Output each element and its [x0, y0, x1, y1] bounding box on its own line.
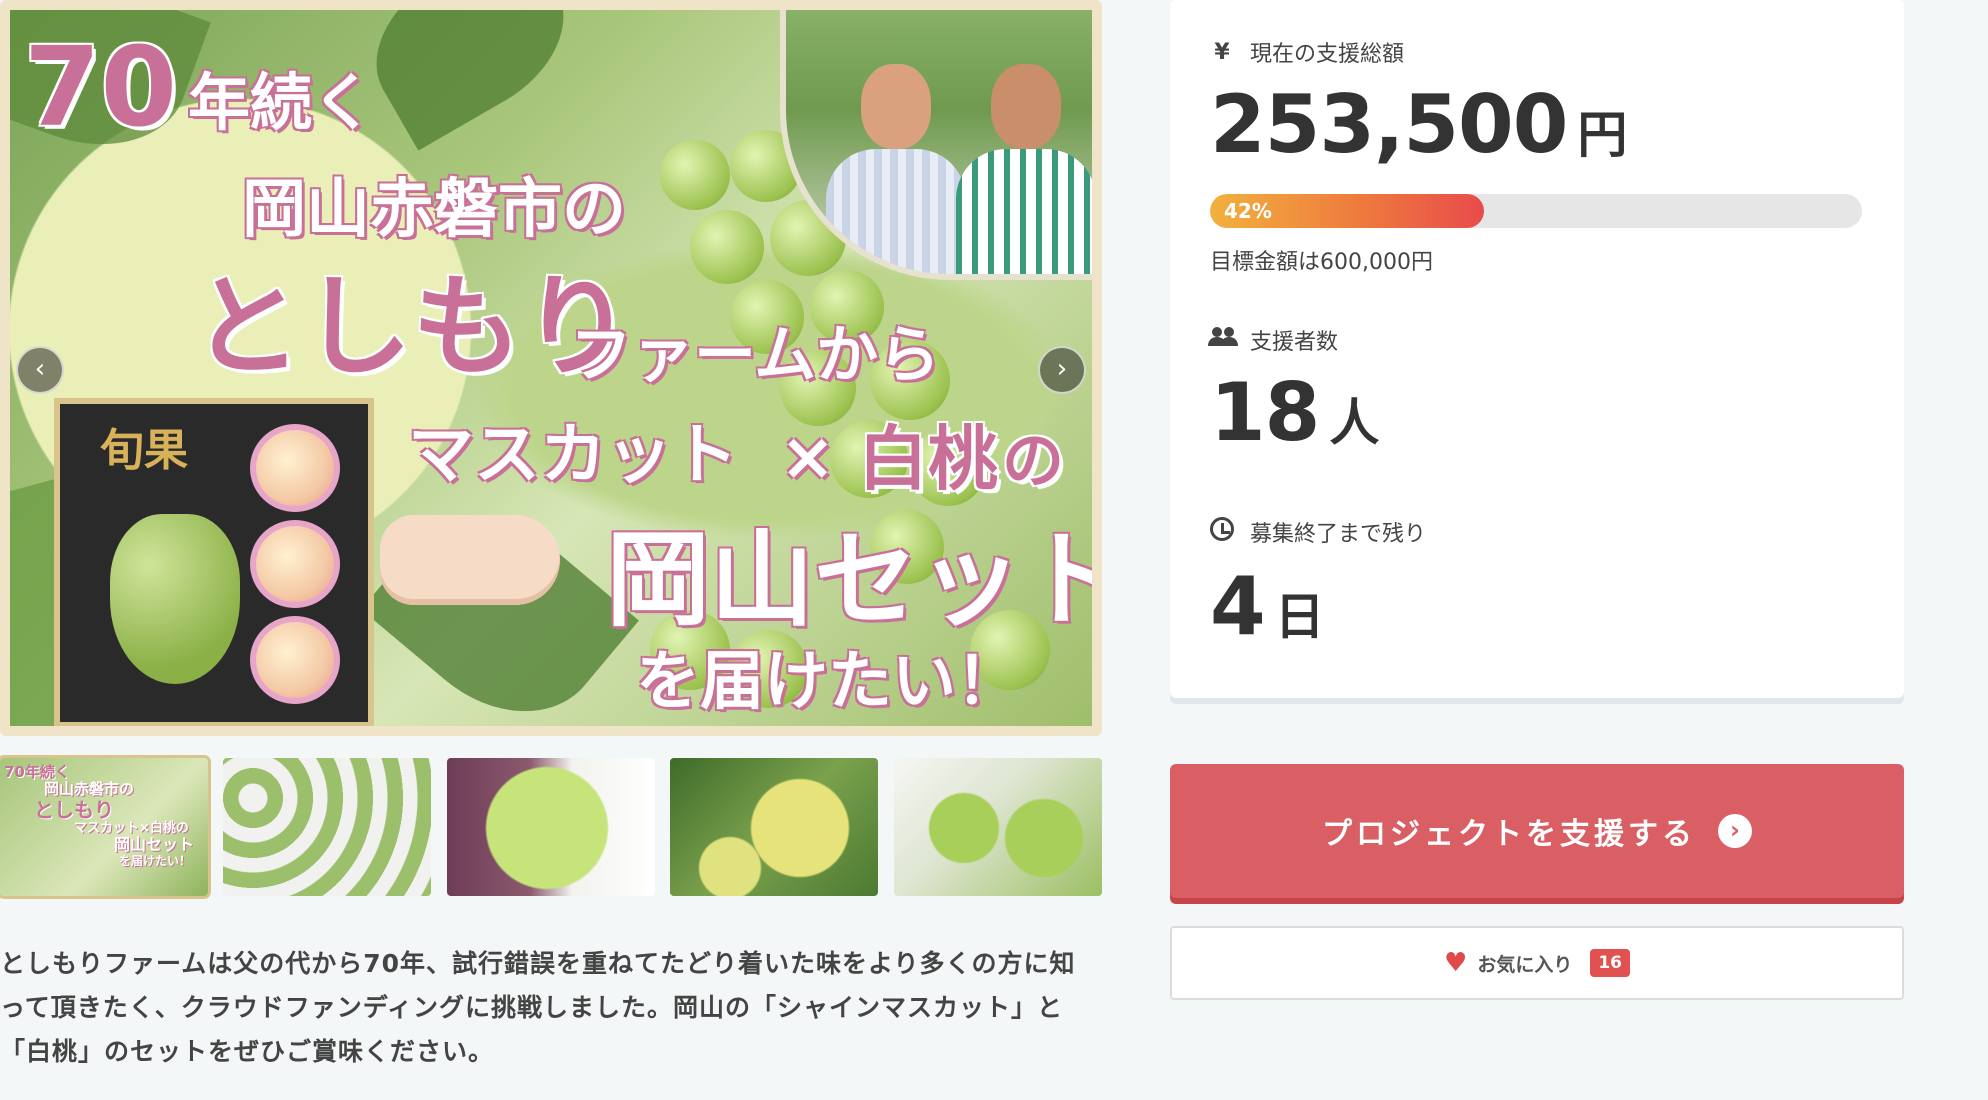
carousel-prev-button[interactable]: ‹ [16, 346, 64, 394]
peach [250, 616, 340, 704]
peach [250, 424, 340, 512]
thumbnail-1[interactable]: 70年続く 岡山赤磐市の としもり マスカット×白桃の 岡山セット を届けたい！ [0, 755, 211, 899]
backers-count-unit: 人 [1329, 394, 1380, 452]
clock-icon [1208, 517, 1236, 547]
thumbnail-5[interactable] [894, 758, 1102, 896]
remaining-label: 募集終了まで残り [1208, 516, 1426, 548]
total-amount-label-text: 現在の支援総額 [1250, 42, 1405, 67]
yen-icon: ¥ [1214, 39, 1230, 65]
remaining-days: 4 日 [1210, 560, 1325, 653]
carousel-next-button[interactable]: › [1038, 346, 1086, 394]
hero-line3: としもり [191, 263, 634, 391]
backers-count-value: 18 [1210, 366, 1320, 459]
backers-count: 18 人 [1210, 366, 1379, 459]
backers-label: 支援者数 [1208, 324, 1338, 356]
remaining-days-unit: 日 [1274, 588, 1325, 646]
farmer-figure [956, 64, 1092, 274]
remaining-label-text: 募集終了まで残り [1250, 522, 1427, 547]
backers-label-text: 支援者数 [1250, 330, 1339, 355]
project-description: としもりファームは父の代から70年、試行錯誤を重ねてたどり着いた味をより多くの方… [0, 949, 1076, 1066]
thumbnail-strip: 70年続く 岡山赤磐市の としもり マスカット×白桃の 岡山セット を届けたい！ [0, 755, 1102, 899]
hero-line2: 岡山赤磐市の [242, 173, 626, 247]
total-amount-label: ¥ 現在の支援総額 [1208, 36, 1404, 68]
box-logo: 旬果 [100, 425, 188, 476]
favorite-count-badge: 16 [1590, 949, 1630, 977]
favorite-button[interactable]: ♥ お気に入り 16 [1170, 926, 1904, 1000]
pointing-hand-icon [380, 515, 560, 605]
gift-box-photo: 旬果 [54, 398, 374, 726]
support-project-button[interactable]: プロジェクトを支援する › [1170, 764, 1904, 898]
farmer-figure [826, 64, 966, 274]
thumbnail-3[interactable] [447, 758, 655, 896]
thumbnail-2[interactable] [223, 758, 431, 896]
grape [660, 140, 730, 210]
hero-line3-rest: ファームから [570, 318, 941, 391]
users-icon [1208, 326, 1238, 354]
remaining-days-value: 4 [1210, 560, 1266, 653]
hero-number: 70 [22, 23, 178, 151]
funding-progress-fill: 42% [1210, 194, 1484, 228]
favorite-label: お気に入り [1477, 953, 1573, 976]
hero-line1: 年続く [188, 66, 375, 139]
hero-photo: 旬果 70 年続く 岡山赤磐市の としもり ファームから マスカット × 白桃 … [10, 10, 1092, 726]
total-amount-value: 253,500 [1210, 78, 1568, 171]
support-project-label: プロジェクトを支援する [1322, 817, 1696, 852]
total-amount-unit: 円 [1577, 106, 1628, 164]
thumbnail-4[interactable] [670, 758, 878, 896]
grape [690, 210, 764, 284]
heart-icon: ♥ [1444, 948, 1468, 978]
main-project-image: 旬果 70 年続く 岡山赤磐市の としもり ファームから マスカット × 白桃 … [0, 0, 1102, 736]
chevron-right-icon: › [1718, 814, 1752, 848]
hero-line6: を届けたい！ [636, 645, 1020, 719]
hero-line4-muscat: マスカット [408, 416, 738, 493]
muscat-cluster [110, 514, 240, 684]
hero-line4-peach: 白桃 [857, 418, 1000, 500]
hero-line5: 岡山セット [606, 519, 1092, 641]
hero-line4-cross: × [780, 418, 836, 495]
farmers-photo [780, 10, 1092, 280]
total-amount: 253,500 円 [1210, 78, 1627, 171]
leaf-decoration [348, 10, 592, 151]
hero-line4-no: の [1000, 424, 1065, 497]
peach [250, 520, 340, 608]
goal-amount: 目標金額は600,000円 [1210, 250, 1433, 275]
project-stats-card: ¥ 現在の支援総額 253,500 円 42% 目標金額は600,000円 支援… [1170, 0, 1904, 698]
funding-progress-bar: 42% [1210, 194, 1862, 228]
